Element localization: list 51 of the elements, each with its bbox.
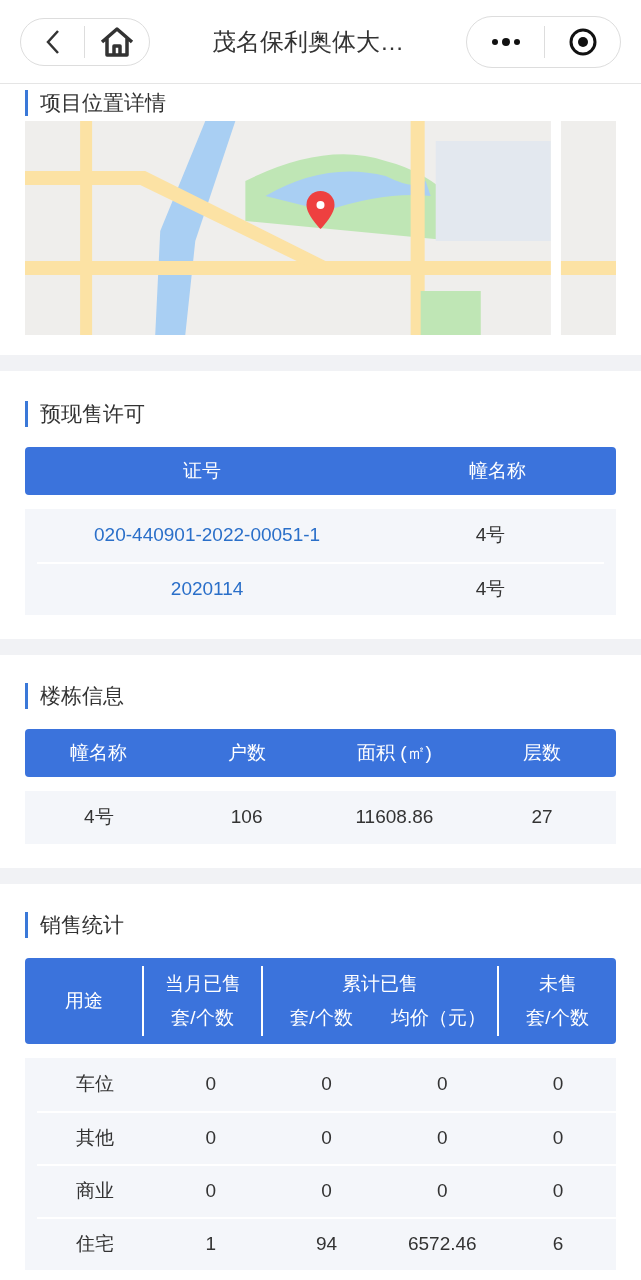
table-cell-text: 6	[551, 1232, 565, 1257]
column-subheader: 均价（元）	[390, 1006, 487, 1030]
page-title: 茂名保利奥体大…	[211, 26, 405, 57]
table-cell-text: 0	[436, 1072, 449, 1097]
table-cell-text: 0	[551, 1179, 565, 1204]
column-header: 累计已售	[342, 971, 418, 996]
permit-link[interactable]: 020-440901-2022-00051-1	[37, 521, 378, 550]
table-cell-text: 0	[436, 1179, 449, 1204]
table-cell-text: 0	[436, 1126, 449, 1151]
section-title: 销售统计	[40, 912, 124, 939]
table-cell-text: 住宅	[74, 1232, 115, 1257]
table-cell-text: 6572.46	[406, 1232, 478, 1257]
back-icon	[45, 28, 60, 55]
column-header: 幢名称	[468, 458, 528, 483]
section-title: 预现售许可	[40, 401, 145, 428]
column-header: 未售	[538, 971, 577, 996]
column-header: 证号	[182, 458, 223, 483]
column-header: 户数	[226, 740, 267, 765]
column-header: 层数	[522, 740, 563, 765]
table-cell-text: 0	[204, 1126, 217, 1151]
table-cell-text: 4号	[83, 805, 115, 830]
section-title: 楼栋信息	[40, 683, 124, 710]
table-cell-text: 0	[320, 1072, 333, 1097]
column-subheader: 套/个数	[170, 1006, 235, 1030]
table-cell-text: 0	[204, 1072, 217, 1097]
table-cell-text: 106	[229, 805, 264, 830]
table-cell-text: 0	[204, 1179, 217, 1204]
table-cell-text: 4号	[474, 523, 507, 548]
target-icon	[567, 26, 598, 57]
table-cell-text: 其他	[74, 1126, 115, 1151]
table-cell-text: 94	[314, 1232, 339, 1257]
table-cell-text: 0	[551, 1126, 565, 1151]
table-cell-text: 27	[530, 805, 554, 830]
permit-link[interactable]: 2020114	[37, 575, 378, 604]
table-cell-text: 4号	[474, 577, 507, 602]
table-cell-text: 车位	[74, 1072, 115, 1097]
table-cell-text: 0	[320, 1179, 333, 1204]
table-cell-text: 商业	[74, 1179, 115, 1204]
table-cell-text: 0	[551, 1072, 565, 1097]
column-header: 用途	[64, 988, 103, 1013]
column-subheader: 套/个数	[525, 1006, 590, 1030]
column-header: 幢名称	[69, 740, 129, 765]
table-cell-text: 0	[320, 1126, 333, 1151]
column-subheader: 套/个数	[289, 1006, 354, 1030]
column-header: 当月已售	[164, 971, 241, 996]
more-icon	[490, 36, 521, 47]
table-cell-text: 1	[204, 1232, 217, 1257]
home-icon	[99, 25, 135, 58]
column-header: 面积 (㎡)	[355, 740, 433, 765]
table-cell-text: 11608.86	[354, 805, 435, 830]
section-title: 项目位置详情	[40, 90, 166, 117]
